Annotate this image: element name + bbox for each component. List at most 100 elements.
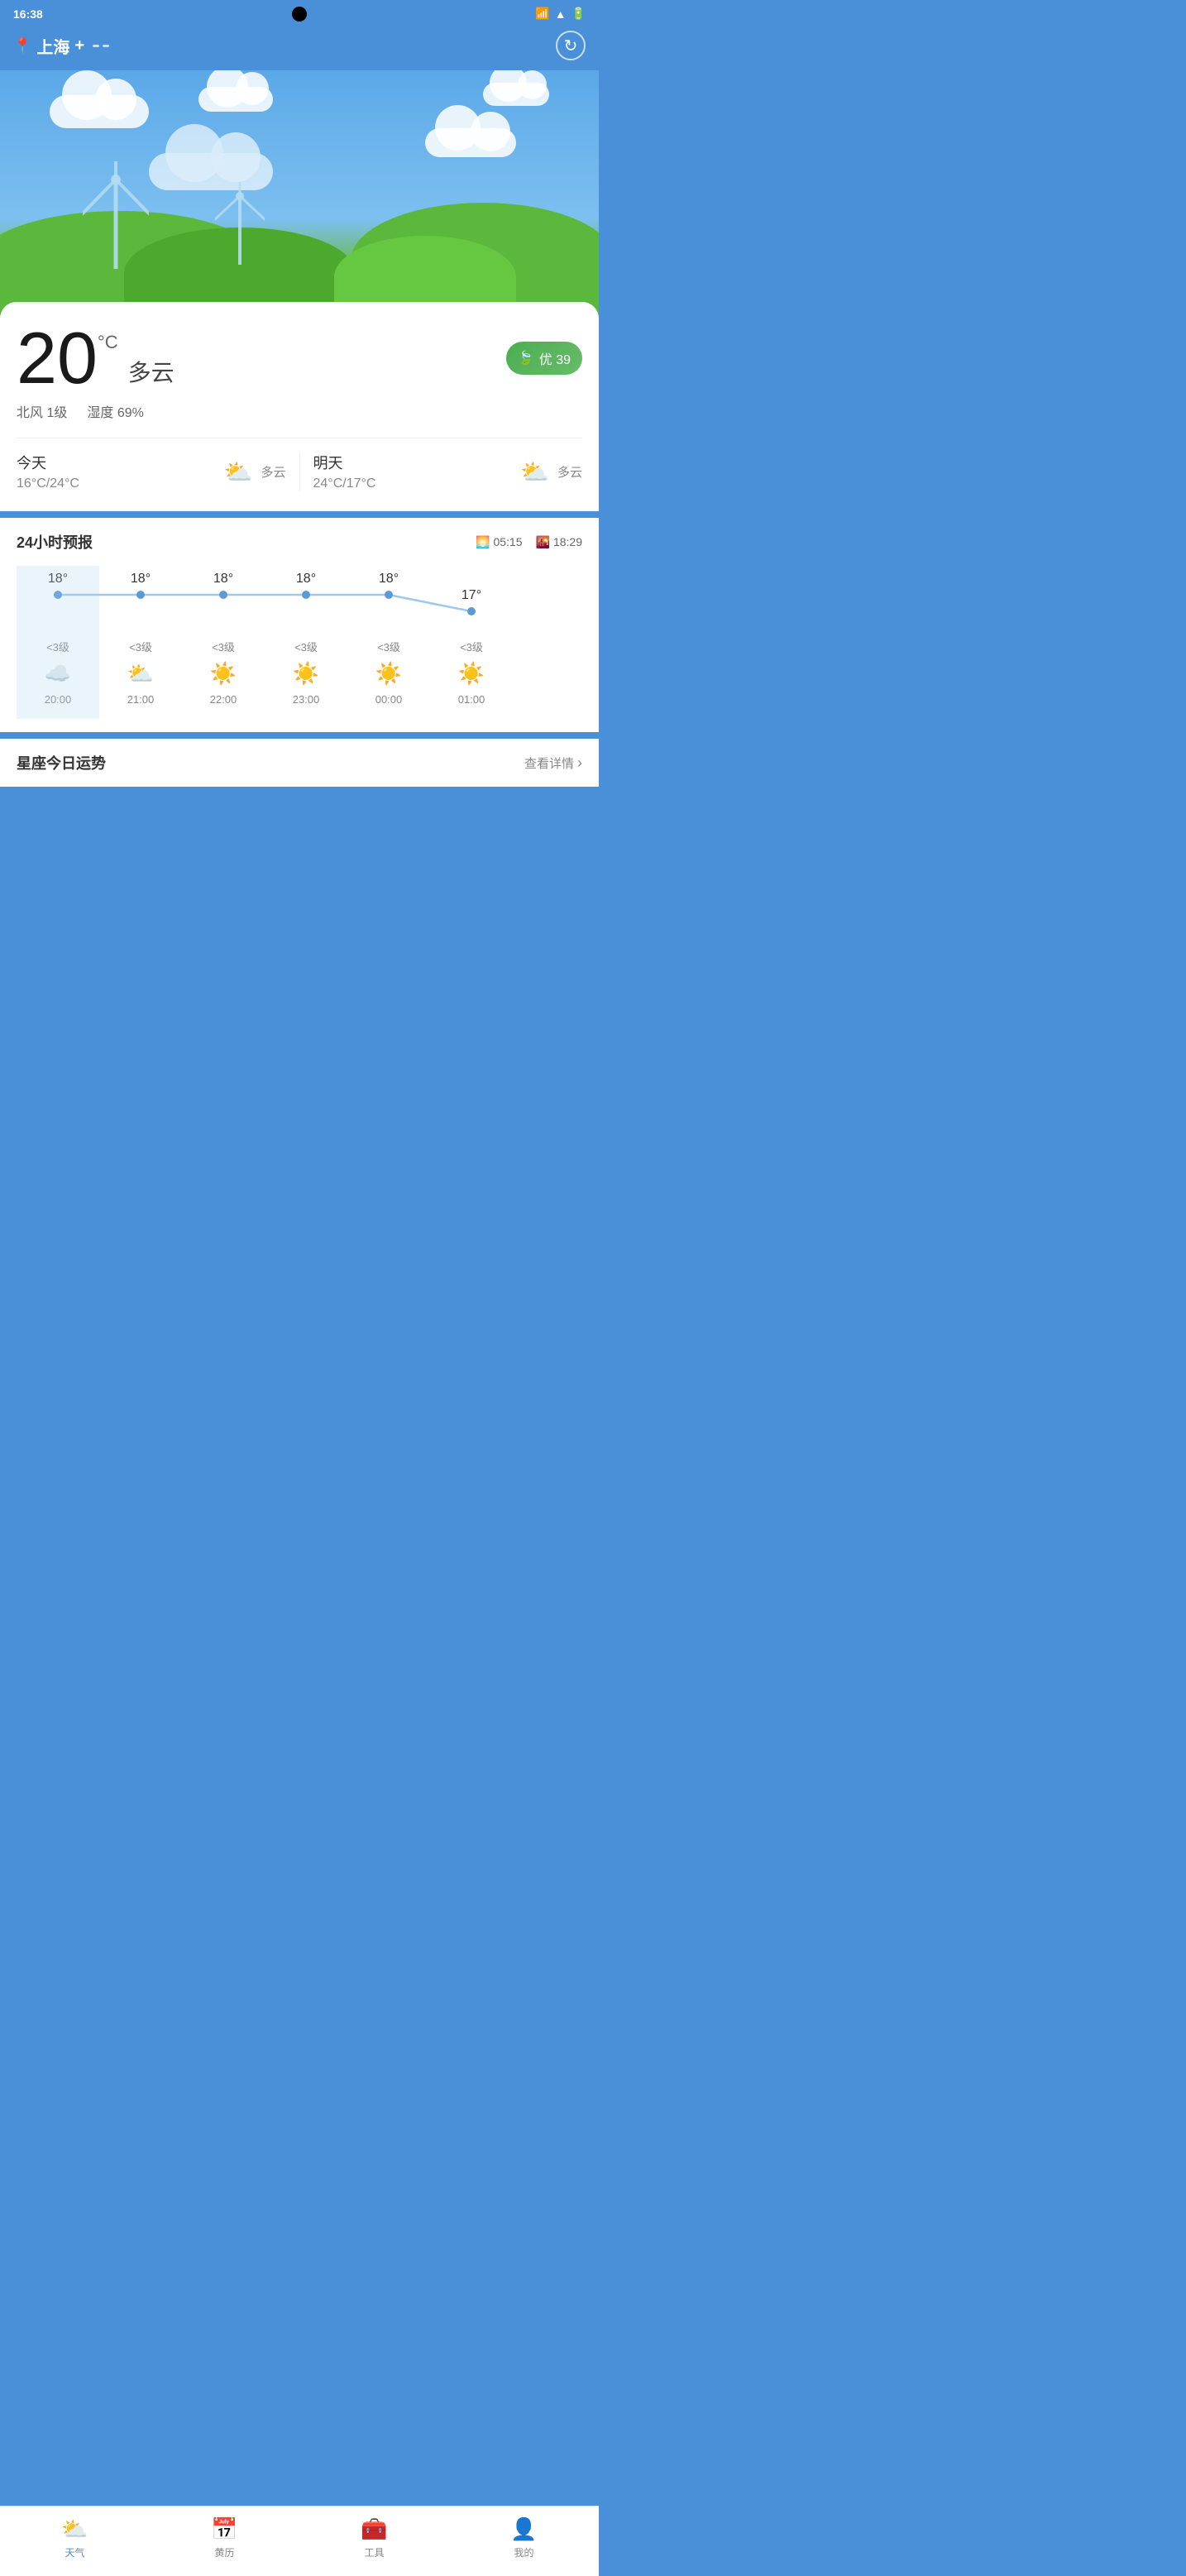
today-weather-icon: ⛅ — [224, 458, 253, 486]
sun-times: 🌅 05:15 🌇 18:29 — [476, 535, 582, 549]
cloud-2 — [198, 87, 273, 112]
calendar-nav-label: 黄历 — [214, 2545, 234, 2559]
app-header: 📍 上海 + ↻ — [0, 27, 599, 70]
sunrise-value: 05:15 — [493, 535, 522, 548]
svg-text:17°: 17° — [461, 588, 481, 602]
chevron-right-icon: › — [577, 754, 582, 772]
tools-nav-label: 工具 — [364, 2545, 384, 2559]
hourly-items-container: <3级 ☁️ 20:00 <3级 ⛅ 21:00 <3级 ☀️ 22:00 <3… — [17, 632, 582, 712]
location-indicators — [93, 45, 109, 47]
hourly-item: <3级 ☀️ 01:00 — [430, 632, 513, 712]
turbine-2 — [215, 182, 265, 265]
aqi-value: 优 39 — [539, 348, 571, 368]
time-display: 16:38 — [13, 7, 43, 21]
constellation-section[interactable]: 星座今日运势 查看详情 › — [0, 739, 599, 787]
weather-nav-label: 天气 — [65, 2545, 84, 2559]
signal-icon: 📶 — [535, 7, 549, 21]
time-label: 23:00 — [293, 693, 320, 706]
wind-label: <3级 — [294, 639, 318, 654]
time-label: 21:00 — [127, 693, 155, 706]
wind-label: <3级 — [46, 639, 69, 654]
time-label: 20:00 — [45, 693, 72, 706]
sunset-icon: 🌇 — [536, 535, 550, 549]
weather-icon: ☀️ — [210, 661, 237, 687]
tomorrow-info: 明天 24°C/17°C — [313, 452, 376, 491]
daily-forecast: 今天 16°C/24°C ⛅ 多云 明天 24°C/17°C ⛅ 多云 — [17, 438, 582, 491]
wind-label: <3级 — [460, 639, 483, 654]
mine-nav-label: 我的 — [514, 2545, 533, 2559]
status-icons: 📶 ▲ 🔋 — [535, 7, 586, 21]
hourly-forecast-section: 24小时预报 🌅 05:15 🌇 18:29 — [0, 518, 599, 732]
turbine-1 — [83, 161, 149, 269]
weather-icon: ☁️ — [45, 661, 71, 687]
wind-label: <3级 — [212, 639, 235, 654]
today-forecast: 今天 16°C/24°C ⛅ 多云 — [17, 452, 300, 491]
hourly-scroll[interactable]: 18° 18° 18° 18° 18° 17° <3级 ☁️ 20:00 <3级… — [17, 566, 582, 719]
city-name: 上海 — [36, 34, 69, 58]
nav-weather[interactable]: ⛅ 天气 — [0, 2513, 150, 2563]
cloud-3 — [483, 83, 549, 106]
cloud-4 — [425, 128, 516, 157]
section-header: 24小时预报 🌅 05:15 🌇 18:29 — [17, 531, 582, 553]
tomorrow-weather-type: 多云 — [557, 463, 582, 481]
status-bar: 16:38 📶 ▲ 🔋 — [0, 0, 599, 27]
location-selector[interactable]: 📍 上海 + — [13, 34, 109, 58]
today-weather-type: 多云 — [261, 463, 285, 481]
wifi-icon: ▲ — [555, 7, 567, 21]
weather-illustration — [0, 70, 599, 318]
hourly-item: <3级 ☀️ 22:00 — [182, 632, 265, 712]
nav-mine[interactable]: 👤 我的 — [449, 2513, 599, 2563]
hourly-item: <3级 ⛅ 21:00 — [99, 632, 182, 712]
humidity-info: 湿度 69% — [87, 401, 144, 421]
time-label: 01:00 — [458, 693, 485, 706]
camera-notch — [292, 7, 307, 22]
today-label: 今天 — [17, 452, 79, 473]
tomorrow-weather-icon: ⛅ — [520, 458, 549, 486]
time-label: 22:00 — [210, 693, 237, 706]
svg-text:18°: 18° — [213, 572, 233, 586]
hourly-item: <3级 ☀️ 00:00 — [347, 632, 430, 712]
weather-icon: ☀️ — [375, 661, 402, 687]
time-label: 00:00 — [375, 693, 403, 706]
see-detail-label: 查看详情 — [524, 754, 574, 772]
battery-icon: 🔋 — [571, 7, 586, 21]
weather-nav-icon: ⛅ — [61, 2516, 88, 2542]
temperature-value: 20 — [17, 322, 98, 395]
svg-text:18°: 18° — [131, 572, 151, 586]
mine-nav-icon: 👤 — [510, 2516, 537, 2542]
aqi-badge[interactable]: 🍃 优 39 — [506, 342, 582, 375]
wind-label: <3级 — [129, 639, 152, 654]
wind-label: <3级 — [377, 639, 400, 654]
refresh-icon: ↻ — [564, 36, 578, 56]
see-detail-button[interactable]: 查看详情 › — [524, 754, 582, 772]
temperature-unit: °C — [98, 332, 118, 353]
svg-text:18°: 18° — [296, 572, 316, 586]
section-title: 24小时预报 — [17, 531, 93, 553]
nav-calendar[interactable]: 📅 黄历 — [150, 2513, 299, 2563]
sunset-value: 18:29 — [553, 535, 582, 548]
weather-icon: ☀️ — [458, 661, 485, 687]
sunrise-icon: 🌅 — [476, 535, 490, 549]
tomorrow-label: 明天 — [313, 452, 376, 473]
calendar-nav-icon: 📅 — [211, 2516, 237, 2542]
cloud-1 — [50, 95, 149, 128]
wind-info: 北风 1级 — [17, 401, 67, 421]
add-city-button[interactable]: + — [74, 36, 84, 55]
sunrise-time: 🌅 05:15 — [476, 535, 522, 549]
constellation-title: 星座今日运势 — [17, 752, 106, 773]
location-pin-icon: 📍 — [13, 37, 31, 55]
weather-icon: ⛅ — [127, 661, 154, 687]
today-temp: 16°C/24°C — [17, 476, 79, 491]
hourly-item: <3级 ☀️ 23:00 — [265, 632, 347, 712]
svg-text:18°: 18° — [379, 572, 399, 586]
weather-description: 多云 — [128, 355, 175, 388]
temperature-row: 20 °C 多云 🍃 优 39 — [17, 322, 582, 395]
weather-card: 20 °C 多云 🍃 优 39 北风 1级 湿度 69% 今天 16°C/24°… — [0, 302, 599, 511]
nav-tools[interactable]: 🧰 工具 — [299, 2513, 449, 2563]
hourly-item: <3级 ☁️ 20:00 — [17, 632, 99, 712]
weather-icon: ☀️ — [293, 661, 319, 687]
weather-details: 北风 1级 湿度 69% — [17, 401, 582, 421]
refresh-button[interactable]: ↻ — [556, 31, 586, 60]
tomorrow-temp: 24°C/17°C — [313, 476, 376, 491]
tools-nav-icon: 🧰 — [361, 2516, 387, 2542]
